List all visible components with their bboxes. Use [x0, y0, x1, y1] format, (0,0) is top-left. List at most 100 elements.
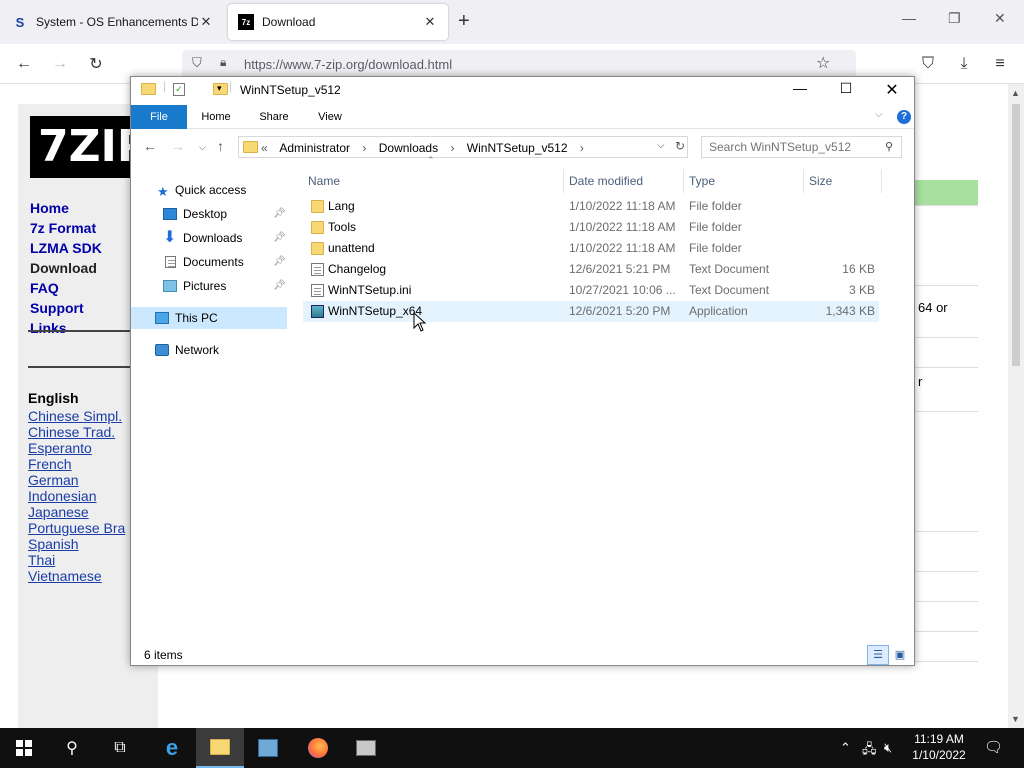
- breadcrumb-winntsetup[interactable]: WinNTSetup_v512: [467, 141, 568, 155]
- file-row-changelog[interactable]: Changelog 12/6/2021 5:21 PM Text Documen…: [303, 259, 879, 280]
- setup-app-icon[interactable]: [342, 728, 390, 768]
- file-row-tools[interactable]: Tools 1/10/2022 11:18 AM File folder: [303, 217, 879, 238]
- nav-network[interactable]: Network: [131, 339, 287, 361]
- chevron-right-icon[interactable]: ›: [450, 141, 454, 155]
- nav-documents[interactable]: Documents 📌︎: [131, 251, 287, 273]
- volume-muted-icon[interactable]: 🔇︎: [884, 740, 892, 756]
- 7zip-logo[interactable]: 7ZIP: [30, 116, 130, 178]
- pin-icon[interactable]: 📌︎: [273, 251, 286, 273]
- chevron-right-icon[interactable]: ›: [580, 141, 584, 155]
- lock-icon[interactable]: 🔒︎: [220, 55, 226, 70]
- scrollbar-thumb[interactable]: [1012, 104, 1020, 366]
- language-link[interactable]: Spanish: [28, 536, 125, 552]
- file-row-winntsetup-ini[interactable]: WinNTSetup.ini 10/27/2021 10:06 ... Text…: [303, 280, 879, 301]
- site-nav-support[interactable]: Support: [30, 300, 102, 320]
- file-row-winntsetup-x64[interactable]: WinNTSetup_x64 12/6/2021 5:20 PM Applica…: [303, 301, 879, 322]
- column-header-date[interactable]: Date modified: [564, 169, 684, 193]
- file-explorer-taskbar-button[interactable]: [196, 728, 244, 768]
- file-row-lang[interactable]: Lang 1/10/2022 11:18 AM File folder: [303, 196, 879, 217]
- chevron-right-icon[interactable]: ›: [362, 141, 366, 155]
- language-link[interactable]: Portuguese Bra: [28, 520, 125, 536]
- start-button[interactable]: [0, 728, 48, 768]
- tracking-shield-icon[interactable]: ⛉: [192, 55, 202, 71]
- downloads-icon[interactable]: ⤓: [952, 52, 976, 76]
- language-link[interactable]: Esperanto: [28, 440, 125, 456]
- site-nav-home[interactable]: Home: [30, 200, 102, 220]
- minimize-browser-button[interactable]: —: [902, 10, 916, 26]
- language-link[interactable]: Chinese Simpl.: [28, 408, 125, 424]
- language-link[interactable]: Vietnamese: [28, 568, 125, 584]
- breadcrumb-overflow[interactable]: «: [261, 141, 268, 155]
- language-link[interactable]: French: [28, 456, 125, 472]
- recent-locations-icon[interactable]: ⌵: [199, 142, 206, 153]
- pin-icon[interactable]: 📌︎: [273, 275, 286, 297]
- file-row-unattend[interactable]: unattend 1/10/2022 11:18 AM File folder: [303, 238, 879, 259]
- address-bar[interactable]: « Administrator › Downloads › WinNTSetup…: [238, 136, 688, 158]
- column-header-type[interactable]: Type: [684, 169, 804, 193]
- task-view-icon[interactable]: ⧉: [96, 728, 144, 768]
- nav-this-pc[interactable]: This PC: [131, 307, 287, 329]
- breadcrumb-downloads[interactable]: Downloads: [379, 141, 438, 155]
- url-bar[interactable]: ⛉ 🔒︎ https://www.7-zip.org/download.html…: [182, 50, 856, 78]
- reload-icon[interactable]: ↻: [84, 52, 108, 76]
- nav-downloads[interactable]: ⬇ Downloads 📌︎: [131, 227, 287, 249]
- search-input[interactable]: [702, 137, 872, 157]
- scroll-down-icon[interactable]: ▼: [1011, 714, 1020, 724]
- language-link[interactable]: Chinese Trad.: [28, 424, 125, 440]
- forward-arrow-icon[interactable]: →: [171, 138, 185, 154]
- internet-explorer-icon[interactable]: e: [148, 728, 196, 768]
- address-dropdown-icon[interactable]: ⌵: [657, 140, 665, 151]
- tab-home[interactable]: Home: [191, 105, 241, 129]
- maximize-browser-button[interactable]: ❐: [948, 10, 961, 27]
- site-nav-faq[interactable]: FAQ: [30, 280, 102, 300]
- large-icons-view-icon[interactable]: ▣: [889, 645, 911, 665]
- customize-toolbar-icon[interactable]: ▾: [217, 83, 222, 94]
- language-link[interactable]: Indonesian: [28, 488, 125, 504]
- maximize-explorer-button[interactable]: ☐: [831, 80, 861, 97]
- scroll-up-icon[interactable]: ▲: [1011, 88, 1020, 98]
- bookmark-star-icon[interactable]: ☆: [816, 53, 830, 73]
- language-link[interactable]: German: [28, 472, 125, 488]
- column-header-size[interactable]: Size: [804, 169, 882, 193]
- tab-file[interactable]: File: [131, 105, 187, 129]
- forward-arrow-icon[interactable]: →: [48, 52, 72, 76]
- expand-ribbon-icon[interactable]: ⌵: [875, 109, 883, 120]
- tab-share[interactable]: Share: [249, 105, 299, 129]
- search-icon[interactable]: ⚲: [48, 728, 96, 768]
- nav-quick-access[interactable]: ★ Quick access: [131, 179, 287, 201]
- system-clock[interactable]: 11:19 AM 1/10/2022: [906, 731, 972, 763]
- notifications-icon[interactable]: 🗨︎: [984, 738, 1003, 756]
- breadcrumb-administrator[interactable]: Administrator: [279, 141, 350, 155]
- pocket-icon[interactable]: ⛉: [916, 52, 940, 76]
- properties-icon[interactable]: ✓: [173, 83, 185, 96]
- pin-icon[interactable]: 📌︎: [273, 227, 286, 249]
- close-tab-icon[interactable]: ✕: [422, 14, 438, 30]
- show-hidden-icons-chevron[interactable]: ⌃: [840, 740, 851, 756]
- up-arrow-icon[interactable]: ↑: [217, 138, 224, 154]
- pin-icon[interactable]: 📌︎: [273, 203, 286, 225]
- search-icon[interactable]: ⚲: [885, 140, 893, 153]
- network-tray-icon[interactable]: 🖧︎: [862, 740, 877, 762]
- close-explorer-button[interactable]: ✕: [877, 80, 907, 100]
- browser-tab-system[interactable]: S System - OS Enhancements Do ✕: [2, 4, 224, 40]
- back-arrow-icon[interactable]: ←: [143, 138, 157, 154]
- url-text[interactable]: https://www.7-zip.org/download.html: [244, 57, 452, 72]
- search-field[interactable]: ⚲: [701, 136, 902, 158]
- site-nav-7z-format[interactable]: 7z Format: [30, 220, 102, 240]
- refresh-icon[interactable]: ↻: [675, 139, 685, 153]
- back-arrow-icon[interactable]: ←: [12, 52, 36, 76]
- nav-pictures[interactable]: Pictures 📌︎: [131, 275, 287, 297]
- language-link[interactable]: Japanese: [28, 504, 125, 520]
- column-header-name[interactable]: Name: [303, 169, 564, 193]
- site-nav-download[interactable]: Download: [30, 260, 102, 280]
- firefox-icon[interactable]: [294, 728, 342, 768]
- close-browser-button[interactable]: ✕: [994, 10, 1006, 27]
- page-scrollbar[interactable]: ▲ ▼: [1008, 84, 1024, 728]
- server-manager-icon[interactable]: [244, 728, 292, 768]
- details-view-icon[interactable]: ☰: [867, 645, 889, 665]
- browser-tab-download[interactable]: 7z Download ✕: [228, 4, 448, 40]
- language-link[interactable]: Thai: [28, 552, 125, 568]
- close-tab-icon[interactable]: ✕: [198, 14, 214, 30]
- nav-desktop[interactable]: Desktop 📌︎: [131, 203, 287, 225]
- minimize-explorer-button[interactable]: —: [785, 80, 815, 96]
